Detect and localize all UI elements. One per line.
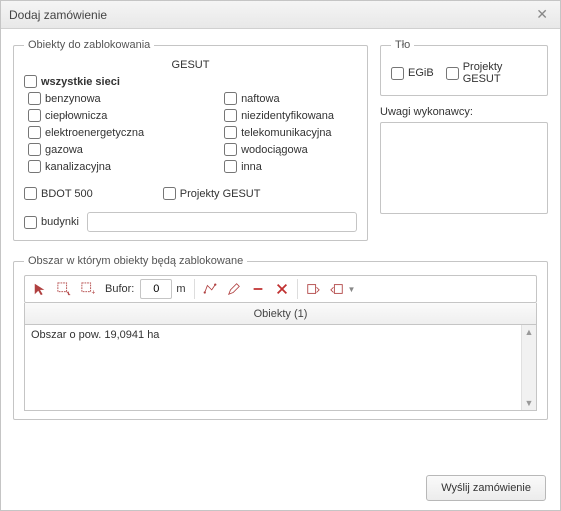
- checkbox-kanal[interactable]: [28, 160, 41, 173]
- window-title: Dodaj zamówienie: [9, 8, 107, 22]
- tool-add-area-icon[interactable]: +: [77, 278, 99, 300]
- tool-export-icon[interactable]: [326, 278, 348, 300]
- dialog-footer: Wyślij zamówienie: [1, 466, 560, 510]
- checkbox-wodoc[interactable]: [224, 143, 237, 156]
- label-bg-projekty: Projekty GESUT: [463, 61, 537, 85]
- checkbox-projekty-gesut[interactable]: [163, 187, 176, 200]
- grid-body: Obszar o pow. 19,0941 ha ▲ ▼: [24, 325, 537, 411]
- label-budynki: budynki: [41, 216, 79, 228]
- label-wodoc: wodociągowa: [241, 144, 308, 156]
- checkbox-all-networks[interactable]: [24, 75, 37, 88]
- label-gazowa: gazowa: [45, 144, 83, 156]
- label-cieplownicza: ciepłownicza: [45, 110, 107, 122]
- scroll-down-icon[interactable]: ▼: [525, 396, 534, 410]
- tool-draw-poly-icon[interactable]: [199, 278, 221, 300]
- area-toolbar: + Bufor: m: [24, 275, 537, 303]
- gesut-heading: GESUT: [24, 59, 357, 71]
- scrollbar[interactable]: ▲ ▼: [521, 325, 536, 410]
- label-egib: EGiB: [408, 67, 434, 79]
- label-projekty-gesut: Projekty GESUT: [180, 188, 261, 200]
- dropdown-caret-icon[interactable]: ▼: [348, 285, 356, 294]
- label-all-networks: wszystkie sieci: [41, 76, 120, 88]
- grid-header: Obiekty (1): [24, 303, 537, 325]
- toolbar-separator-2: [297, 279, 298, 299]
- row-all-networks: wszystkie sieci: [24, 75, 357, 88]
- checkbox-egib[interactable]: [391, 67, 404, 80]
- comments-label: Uwagi wykonawcy:: [380, 106, 548, 118]
- buffer-input[interactable]: [140, 279, 172, 299]
- objects-fieldset: Obiekty do zablokowania GESUT wszystkie …: [13, 39, 368, 241]
- checkbox-telekom[interactable]: [224, 126, 237, 139]
- close-icon[interactable]: ✕: [532, 4, 552, 25]
- scroll-up-icon[interactable]: ▲: [525, 325, 534, 339]
- checkbox-gazowa[interactable]: [28, 143, 41, 156]
- checkbox-benzynowa[interactable]: [28, 92, 41, 105]
- checkbox-bdot500[interactable]: [24, 187, 37, 200]
- label-benzynowa: benzynowa: [45, 93, 101, 105]
- titlebar: Dodaj zamówienie ✕: [1, 1, 560, 29]
- checkbox-inna[interactable]: [224, 160, 237, 173]
- label-telekom: telekomunikacyjna: [241, 127, 332, 139]
- submit-button[interactable]: Wyślij zamówienie: [426, 475, 546, 501]
- objects-legend: Obiekty do zablokowania: [24, 39, 154, 51]
- tool-select-icon[interactable]: [29, 278, 51, 300]
- area-legend: Obszar w którym obiekty będą zablokowane: [24, 255, 247, 267]
- area-fieldset: Obszar w którym obiekty będą zablokowane…: [13, 255, 548, 420]
- buffer-unit: m: [176, 283, 185, 295]
- checkbox-niezident[interactable]: [224, 109, 237, 122]
- tool-edit-icon[interactable]: [223, 278, 245, 300]
- checkbox-cieplownicza[interactable]: [28, 109, 41, 122]
- comments-block: Uwagi wykonawcy:: [380, 106, 548, 217]
- dialog-window: Dodaj zamówienie ✕ Obiekty do zablokowan…: [0, 0, 561, 511]
- tool-delete-icon[interactable]: [271, 278, 293, 300]
- background-fieldset: Tło EGiB Projekty GESUT: [380, 39, 548, 96]
- label-niezident: niezidentyfikowana: [241, 110, 334, 122]
- input-budynki[interactable]: [87, 212, 357, 232]
- buffer-label: Bufor:: [105, 283, 134, 295]
- checkbox-bg-projekty[interactable]: [446, 67, 459, 80]
- tool-import-icon[interactable]: [302, 278, 324, 300]
- grid-row-area[interactable]: Obszar o pow. 19,0941 ha: [25, 325, 536, 345]
- label-kanal: kanalizacyjna: [45, 161, 111, 173]
- toolbar-separator: [194, 279, 195, 299]
- tool-remove-icon[interactable]: [247, 278, 269, 300]
- checkbox-budynki[interactable]: [24, 216, 37, 229]
- background-legend: Tło: [391, 39, 414, 51]
- checkbox-naftowa[interactable]: [224, 92, 237, 105]
- label-bdot500: BDOT 500: [41, 188, 93, 200]
- grid-header-label: Obiekty (1): [254, 308, 308, 320]
- label-inna: inna: [241, 161, 262, 173]
- dialog-body: Obiekty do zablokowania GESUT wszystkie …: [1, 29, 560, 466]
- tool-add-point-icon[interactable]: [53, 278, 75, 300]
- comments-textarea[interactable]: [380, 122, 548, 214]
- checkbox-ee[interactable]: [28, 126, 41, 139]
- label-naftowa: naftowa: [241, 93, 280, 105]
- label-ee: elektroenergetyczna: [45, 127, 144, 139]
- svg-text:+: +: [92, 289, 96, 296]
